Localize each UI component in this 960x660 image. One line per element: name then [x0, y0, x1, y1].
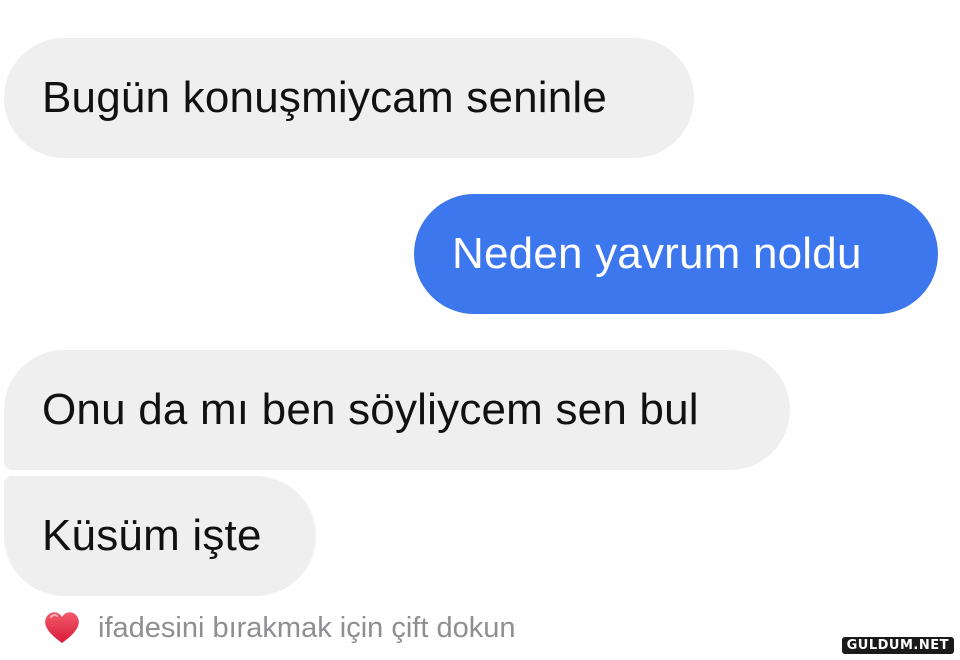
reaction-hint-text: ifadesini bırakmak için çift dokun — [98, 611, 516, 644]
message-text: Neden yavrum noldu — [452, 229, 862, 278]
message-text: Bugün konuşmiycam seninle — [42, 73, 608, 122]
outgoing-message-bubble[interactable]: Neden yavrum noldu — [414, 194, 938, 314]
message-text: Küsüm işte — [42, 511, 262, 560]
reaction-hint: ifadesini bırakmak için çift dokun — [42, 606, 515, 650]
message-text: Onu da mı ben söyliycem sen bul — [42, 385, 699, 434]
site-watermark: GULDUM.NET — [841, 637, 954, 654]
incoming-message-bubble[interactable]: Onu da mı ben söyliycem sen bul — [4, 350, 790, 470]
heart-icon[interactable] — [42, 608, 82, 648]
incoming-message-bubble[interactable]: Bugün konuşmiycam seninle — [4, 38, 694, 158]
incoming-message-bubble[interactable]: Küsüm işte — [4, 476, 316, 596]
